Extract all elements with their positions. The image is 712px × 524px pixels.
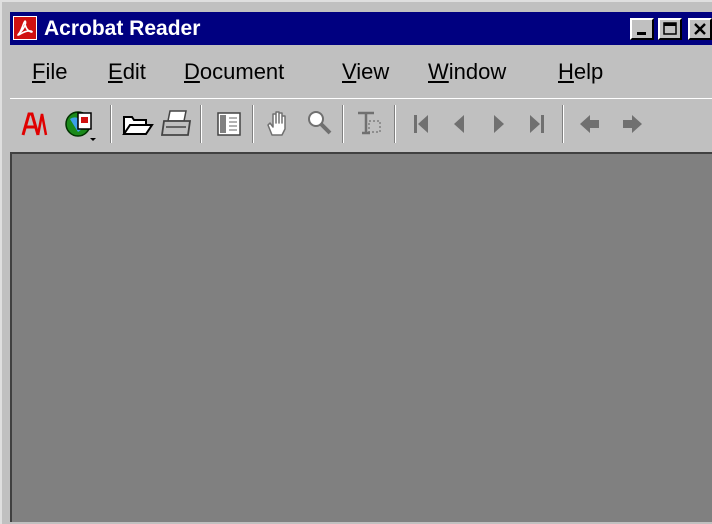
open-button[interactable] (120, 105, 156, 143)
text-select-button[interactable] (352, 105, 388, 143)
page-only-button[interactable] (210, 105, 246, 143)
hand-tool-button[interactable] (262, 105, 298, 143)
menu-edit-accel: E (108, 59, 123, 84)
menu-window-accel: W (428, 59, 449, 84)
menu-help-accel: H (558, 59, 574, 84)
acrobat-reader-window: Acrobat Reader File Edit Document View W… (0, 0, 712, 524)
menu-edit[interactable]: Edit (108, 52, 146, 92)
go-forward-icon (623, 115, 642, 133)
toolbar-separator (342, 105, 344, 143)
page-only-view-icon (217, 112, 241, 136)
document-workspace[interactable] (10, 152, 712, 522)
previous-page-icon (454, 115, 464, 133)
hand-tool-icon (267, 111, 286, 136)
go-back-icon (580, 115, 599, 133)
menu-help[interactable]: Help (558, 52, 603, 92)
close-icon (694, 23, 706, 35)
next-page-icon (494, 115, 504, 133)
menu-file-accel: F (32, 59, 46, 84)
text-select-icon (358, 111, 381, 135)
toolbar (10, 98, 712, 149)
menu-file[interactable]: File (32, 52, 67, 92)
toolbar-separator (562, 105, 564, 143)
menu-document-accel: D (184, 59, 200, 84)
go-forward-button[interactable] (616, 105, 652, 143)
last-page-icon (530, 115, 544, 133)
toolbar-separator (252, 105, 254, 143)
zoom-tool-button[interactable] (302, 105, 338, 143)
next-page-button[interactable] (482, 105, 518, 143)
menu-document-label: ocument (199, 59, 285, 84)
menu-window-label: indow (448, 59, 507, 84)
print-icon (160, 110, 192, 136)
first-page-icon (414, 115, 428, 133)
toolbar-separator (200, 105, 202, 143)
print-button[interactable] (160, 105, 196, 143)
menu-view[interactable]: View (342, 52, 389, 92)
menu-view-accel: V (342, 59, 357, 84)
first-page-button[interactable] (404, 105, 440, 143)
menu-file-label: ile (45, 59, 68, 84)
previous-page-button[interactable] (442, 105, 478, 143)
last-page-button[interactable] (520, 105, 556, 143)
close-button[interactable] (688, 18, 712, 40)
acrobat-app-icon[interactable] (13, 16, 37, 40)
menu-view-label: iew (356, 59, 390, 84)
title-bar[interactable]: Acrobat Reader (10, 12, 712, 45)
minimize-icon (637, 32, 646, 35)
menu-window[interactable]: Window (428, 52, 506, 92)
toolbar-separator (110, 105, 112, 143)
web-link-icon (65, 111, 96, 141)
menu-document[interactable]: Document (184, 52, 284, 92)
acrobat-logo-button[interactable] (18, 105, 54, 143)
menu-help-label: elp (573, 59, 604, 84)
open-folder-icon (122, 116, 154, 135)
minimize-button[interactable] (630, 18, 654, 40)
menu-edit-label: dit (122, 59, 146, 84)
maximize-icon (663, 22, 677, 35)
zoom-tool-icon (308, 111, 332, 135)
acrobat-logo-icon (21, 112, 48, 136)
go-back-button[interactable] (572, 105, 608, 143)
toolbar-separator (394, 105, 396, 143)
maximize-button[interactable] (658, 18, 682, 40)
web-link-button[interactable] (62, 105, 98, 143)
menu-bar: File Edit Document View Window Help (10, 52, 712, 92)
window-title: Acrobat Reader (44, 17, 201, 40)
